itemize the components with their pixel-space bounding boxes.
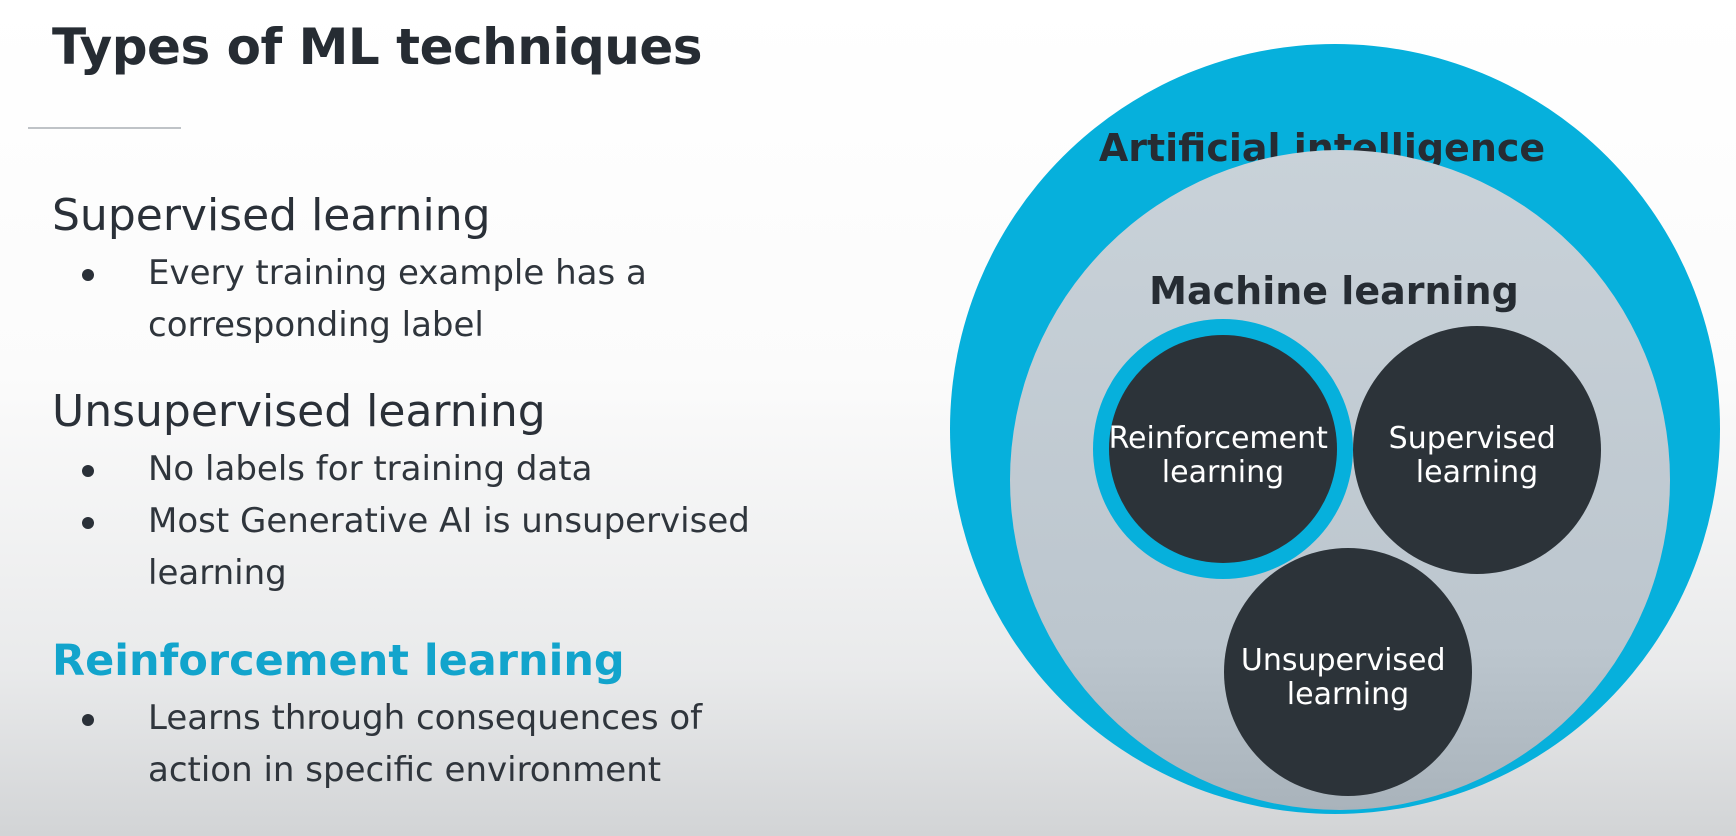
unsupervised-label-line1: Unsupervised — [1241, 643, 1446, 678]
bullet-dot-icon — [82, 464, 94, 477]
bullet-dot-icon — [82, 516, 94, 529]
bullet-item: Every training example has a correspondi… — [52, 247, 808, 351]
section-heading: Unsupervised learning — [52, 386, 546, 437]
bullet-dot-icon — [82, 268, 94, 281]
bullet-text: Most Generative AI is unsupervised learn… — [148, 500, 750, 593]
reinforcement-label-line2: learning — [1162, 455, 1284, 490]
bullet-dot-icon — [82, 713, 94, 726]
bullet-text: Every training example has a correspondi… — [148, 252, 647, 345]
bullet-list: Learns through consequences of action in… — [52, 692, 808, 796]
venn-svg: Artificial intelligence Machine learning… — [950, 44, 1720, 814]
section-reinforcement-learning: Reinforcement learning Learns through co… — [52, 636, 808, 796]
bullet-text: Learns through consequences of action in… — [148, 697, 703, 790]
section-supervised-learning: Supervised learning Every training examp… — [52, 190, 808, 351]
reinforcement-label-line1: Reinforcement — [1109, 421, 1329, 456]
supervised-label-line2: learning — [1416, 455, 1538, 490]
bullet-list: No labels for training data Most Generat… — [52, 443, 808, 599]
ml-label: Machine learning — [1149, 269, 1519, 313]
ml-venn-diagram: Artificial intelligence Machine learning… — [940, 40, 1730, 830]
section-heading: Supervised learning — [52, 190, 491, 241]
section-heading-highlighted: Reinforcement learning — [52, 636, 625, 686]
title-divider — [28, 127, 181, 129]
slide-title: Types of ML techniques — [52, 18, 703, 76]
bullet-text: No labels for training data — [148, 448, 593, 489]
section-unsupervised-learning: Unsupervised learning No labels for trai… — [52, 386, 808, 599]
bullet-item: No labels for training data — [52, 443, 808, 495]
bullet-item: Learns through consequences of action in… — [52, 692, 808, 796]
bullet-list: Every training example has a correspondi… — [52, 247, 808, 351]
unsupervised-label-line2: learning — [1287, 677, 1409, 712]
supervised-label-line1: Supervised — [1389, 421, 1556, 456]
bullet-item: Most Generative AI is unsupervised learn… — [52, 495, 808, 599]
